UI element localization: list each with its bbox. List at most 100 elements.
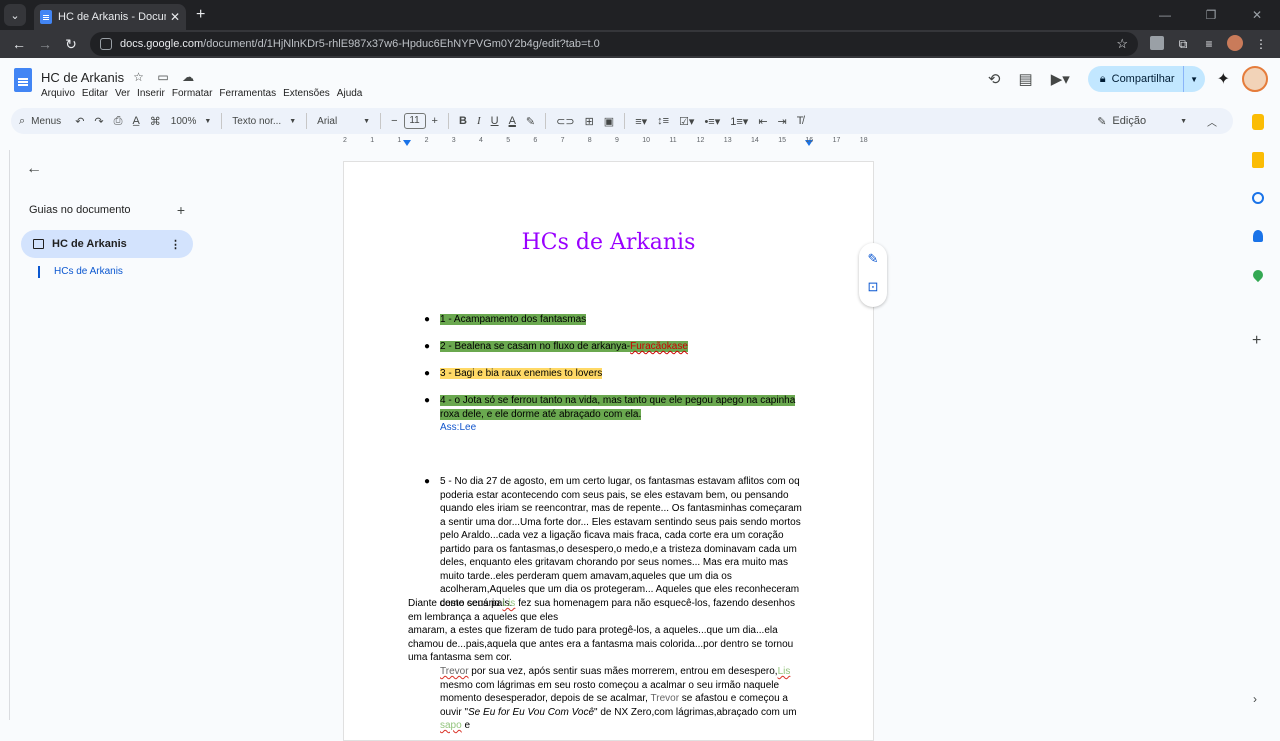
ruler-tick-label: 13 xyxy=(723,137,732,144)
menu-ver[interactable]: Ver xyxy=(115,88,130,99)
link-icon[interactable]: ⊂⊃ xyxy=(556,115,574,128)
close-icon[interactable]: ✕ xyxy=(170,10,180,24)
tab-search-button[interactable]: ⌄ xyxy=(4,4,26,26)
move-folder-icon[interactable]: ▭ xyxy=(157,70,168,84)
version-history-icon[interactable]: ⟲ xyxy=(988,70,1001,88)
ruler-tick-label: 1 xyxy=(397,137,402,144)
image-icon[interactable]: ▣ xyxy=(604,115,614,128)
menu-arquivo[interactable]: Arquivo xyxy=(41,88,75,99)
minimize-icon[interactable]: — xyxy=(1142,0,1188,30)
extension-icon[interactable] xyxy=(1144,35,1170,53)
clear-formatting-icon[interactable]: T̸ xyxy=(797,115,804,127)
gemini-icon[interactable]: ✦ xyxy=(1217,69,1230,89)
undo-icon[interactable]: ↶ xyxy=(75,115,84,128)
zoom-select[interactable]: 100% ▼ xyxy=(171,116,212,127)
window-close-icon[interactable]: ✕ xyxy=(1234,0,1280,30)
tabs-header: Guias no documento + xyxy=(18,202,193,218)
more-options-icon[interactable]: ⋮ xyxy=(170,238,181,251)
url-input[interactable]: docs.google.com/document/d/1HjNlnKDr5-rh… xyxy=(90,32,1138,56)
ruler-tick-label: 16 xyxy=(805,137,814,144)
reading-list-icon[interactable]: ≡ xyxy=(1196,37,1222,51)
decrease-font-icon[interactable]: − xyxy=(391,115,397,127)
search-menus[interactable]: ⌕ Menus xyxy=(19,115,61,128)
italic-icon[interactable]: I xyxy=(477,115,481,127)
menu-inserir[interactable]: Inserir xyxy=(137,88,165,99)
reload-icon[interactable]: ↻ xyxy=(58,36,84,53)
browser-menu-icon[interactable]: ⋮ xyxy=(1248,37,1274,51)
bold-icon[interactable]: B xyxy=(459,115,467,127)
bulleted-list-icon[interactable]: •≡▾ xyxy=(704,115,720,128)
increase-indent-icon[interactable]: ⇥ xyxy=(778,115,787,128)
numbered-list-icon[interactable]: 1≡▾ xyxy=(730,115,748,128)
back-arrow-icon[interactable]: ← xyxy=(26,160,193,178)
line-spacing-icon[interactable]: ↕≡ xyxy=(657,115,669,127)
underline-icon[interactable]: U xyxy=(491,115,499,127)
bullet: ● xyxy=(424,476,431,487)
add-tab-icon[interactable]: + xyxy=(177,202,185,218)
divider xyxy=(306,113,308,129)
suggest-edits-icon[interactable]: ⊡ xyxy=(859,279,887,295)
menu-extensoes[interactable]: Extensões xyxy=(283,88,330,99)
extensions-puzzle-icon[interactable]: ⧉ xyxy=(1170,37,1196,52)
ruler-tick-label: 2 xyxy=(343,137,347,144)
share-button[interactable]: 🔒︎ Compartilhar ▼ xyxy=(1087,66,1205,92)
tasks-icon[interactable] xyxy=(1252,192,1264,204)
chevron-right-icon[interactable]: › xyxy=(1253,692,1257,706)
text-color-icon[interactable]: A xyxy=(509,115,516,127)
contacts-icon[interactable] xyxy=(1253,230,1263,242)
list-item-text: 4 - o Jota só se ferrou tanto na vida, m… xyxy=(440,395,796,420)
add-addon-icon[interactable]: + xyxy=(1252,332,1261,350)
word-sapo: sapo xyxy=(440,720,462,731)
chevron-up-icon[interactable]: ︿ xyxy=(1207,114,1217,129)
document-page[interactable]: HCs de Arkanis ● 1 - Acampamento dos fan… xyxy=(343,161,874,741)
browser-tab[interactable]: HC de Arkanis - Documentos G ✕ xyxy=(34,4,186,30)
comment-add-icon[interactable]: ⊞ xyxy=(585,115,594,128)
divider xyxy=(624,113,626,129)
ruler-tick-label: 15 xyxy=(778,137,786,144)
increase-font-icon[interactable]: + xyxy=(432,115,438,127)
paragraph: Diante deste cenário Lis fez sua homenag… xyxy=(408,597,808,624)
document-title[interactable]: HC de Arkanis xyxy=(41,70,124,85)
share-dropdown-icon[interactable]: ▼ xyxy=(1182,66,1205,92)
font-size-input[interactable]: 11 xyxy=(403,113,426,129)
star-icon[interactable]: ☆ xyxy=(133,70,144,84)
menu-ferramentas[interactable]: Ferramentas xyxy=(219,88,276,99)
formatting-toolbar: ⌕ Menus ↶ ↷ ⎙ A̲ ⌘ 100% ▼ Texto nor... ▼ A… xyxy=(11,108,1233,134)
sheets-icon[interactable] xyxy=(1252,114,1264,130)
checklist-icon[interactable]: ☑▾ xyxy=(679,115,694,128)
editing-mode-select[interactable]: ✎ Edição ▼ xyxy=(1097,115,1187,128)
help-me-write-icon[interactable]: ✎ xyxy=(859,251,887,267)
new-tab-icon[interactable]: + xyxy=(196,6,205,24)
font-value: Arial xyxy=(317,115,338,127)
bookmark-star-icon[interactable]: ☆ xyxy=(1116,36,1128,52)
document-tab-item[interactable]: HC de Arkanis ⋮ xyxy=(21,230,193,258)
zoom-value: 100% xyxy=(170,115,197,127)
back-icon[interactable]: ← xyxy=(6,36,32,52)
menu-editar[interactable]: Editar xyxy=(82,88,108,99)
outline-heading-item[interactable]: HCs de Arkanis xyxy=(38,266,193,278)
meet-video-icon[interactable]: ▶▾ xyxy=(1051,70,1070,88)
profile-avatar[interactable] xyxy=(1222,34,1248,54)
maps-icon[interactable] xyxy=(1250,267,1266,283)
indent-marker[interactable] xyxy=(403,140,411,146)
comments-icon[interactable]: ▤ xyxy=(1019,70,1033,88)
paint-format-icon[interactable]: ⌘ xyxy=(150,115,161,128)
forward-icon[interactable]: → xyxy=(32,36,58,52)
decrease-indent-icon[interactable]: ⇤ xyxy=(758,115,767,128)
menu-formatar[interactable]: Formatar xyxy=(172,88,213,99)
print-icon[interactable]: ⎙ xyxy=(114,115,123,128)
cloud-status-icon[interactable]: ☁ xyxy=(182,70,194,84)
align-icon[interactable]: ≡▾ xyxy=(635,115,647,128)
font-select[interactable]: Arial ▼ xyxy=(317,116,370,127)
docs-logo-icon[interactable] xyxy=(14,68,32,92)
list-item-text-a: 2 - Bealena se casam no fluxo de arkanya… xyxy=(440,341,631,352)
maximize-icon[interactable]: ❐ xyxy=(1188,0,1234,30)
keep-icon[interactable] xyxy=(1252,152,1264,168)
redo-icon[interactable]: ↷ xyxy=(94,115,103,128)
avatar[interactable] xyxy=(1242,66,1268,92)
style-select[interactable]: Texto nor... ▼ xyxy=(232,116,296,127)
highlight-icon[interactable]: ✎ xyxy=(526,115,535,128)
site-info-icon[interactable] xyxy=(100,38,112,50)
spellcheck-icon[interactable]: A̲ xyxy=(132,115,139,127)
menu-ajuda[interactable]: Ajuda xyxy=(337,88,363,99)
